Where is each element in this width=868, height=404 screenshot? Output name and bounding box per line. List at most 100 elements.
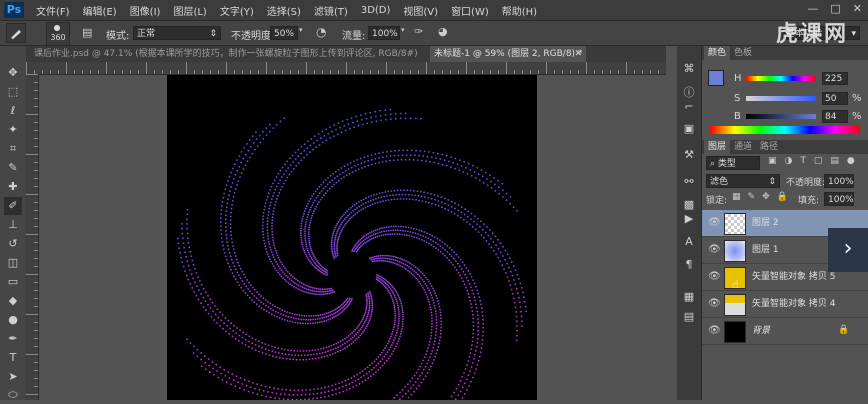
- shape-tool-icon[interactable]: ⬭: [4, 386, 22, 404]
- lasso-tool-icon[interactable]: ℓ: [4, 102, 22, 120]
- opacity-dropdown-icon[interactable]: ▾: [299, 26, 307, 40]
- menu-filter[interactable]: 滤镜(T): [314, 3, 348, 18]
- lock-position-icon[interactable]: ✥: [762, 192, 770, 202]
- tab-swatches[interactable]: 色板: [730, 46, 756, 60]
- brush-tool-preset[interactable]: [6, 23, 26, 43]
- flow-input[interactable]: 100%: [368, 26, 400, 40]
- tab-color[interactable]: 颜色: [704, 46, 731, 60]
- tab-homework-psd[interactable]: 课后作业.psd @ 47.1% (根据本课所学的技巧，制作一张螺旋粒子图形上传…: [30, 46, 428, 62]
- menu-image[interactable]: 图像(I): [130, 3, 161, 18]
- flow-dropdown-icon[interactable]: ▾: [401, 26, 409, 40]
- lock-pixels-icon[interactable]: ✎: [748, 192, 756, 202]
- color-ramp[interactable]: [710, 126, 860, 134]
- pressure-opacity-icon[interactable]: ◔: [316, 25, 332, 41]
- pen-tool-icon[interactable]: ✒: [4, 330, 22, 348]
- particle-dot: [388, 260, 391, 263]
- brightness-slider[interactable]: [746, 114, 816, 119]
- eyedropper-icon[interactable]: ✎: [4, 159, 22, 177]
- menu-window[interactable]: 窗口(W): [451, 3, 489, 18]
- hue-value[interactable]: 225: [822, 72, 848, 85]
- brush-panel-icon[interactable]: ▤: [82, 26, 96, 40]
- swatches-icon[interactable]: ▤: [680, 308, 698, 326]
- layer-row-smart-object-copy-4[interactable]: 👁 矢量智能对象 拷贝 4: [702, 291, 868, 318]
- brush-presets-icon[interactable]: ⌐: [680, 98, 698, 116]
- clone-source-icon[interactable]: ⚒: [680, 146, 698, 164]
- clone-stamp-icon[interactable]: ⊥: [4, 216, 22, 234]
- mode-select[interactable]: 正常 ⇕: [133, 26, 221, 40]
- layer-kind-filter[interactable]: ⌕ 类型: [706, 156, 760, 170]
- fill-input[interactable]: 100%: [824, 192, 854, 206]
- healing-brush-icon[interactable]: ✚: [4, 178, 22, 196]
- tab-paths[interactable]: 路径: [756, 140, 782, 154]
- adjustment-filter-icon[interactable]: ◑: [785, 156, 793, 170]
- menu-view[interactable]: 视图(V): [403, 3, 438, 18]
- blur-tool-icon[interactable]: ◆: [4, 292, 22, 310]
- particle-dot: [328, 290, 331, 292]
- minimize-button[interactable]: —: [807, 2, 818, 15]
- menu-help[interactable]: 帮助(H): [502, 3, 537, 18]
- brush-tool-icon[interactable]: ✐: [4, 197, 22, 215]
- character-icon[interactable]: ¶: [680, 256, 698, 274]
- actions-icon[interactable]: ▶: [680, 210, 698, 228]
- shape-filter-icon[interactable]: ▢: [814, 156, 823, 170]
- eye-icon[interactable]: 👁: [708, 325, 721, 337]
- type-filter-icon[interactable]: T: [800, 156, 806, 170]
- tab-untitled-1[interactable]: 未标题-1 @ 59% (图层 2, RGB/8) * ✕: [430, 46, 586, 62]
- opacity-input[interactable]: 50%: [270, 26, 298, 40]
- menu-3d[interactable]: 3D(D): [361, 5, 391, 16]
- airbrush-icon[interactable]: ✑: [414, 25, 430, 41]
- brush-size-picker[interactable]: 360: [46, 22, 70, 46]
- pressure-size-icon[interactable]: ◕: [438, 25, 454, 41]
- eraser-tool-icon[interactable]: ◫: [4, 254, 22, 272]
- particle-dot: [287, 315, 290, 318]
- close-button[interactable]: ✕: [853, 2, 862, 15]
- brush-settings-icon[interactable]: ▣: [680, 120, 698, 138]
- blend-mode-select[interactable]: 滤色 ⇕: [706, 174, 780, 188]
- document-canvas[interactable]: [167, 75, 537, 400]
- dodge-tool-icon[interactable]: ●: [4, 311, 22, 329]
- brightness-value[interactable]: 84: [822, 110, 848, 123]
- menu-edit[interactable]: 编辑(E): [83, 3, 117, 18]
- particle-dot: [243, 389, 246, 391]
- move-tool-icon[interactable]: ✥: [4, 64, 22, 82]
- saturation-value[interactable]: 50: [822, 92, 848, 105]
- hue-slider[interactable]: [746, 76, 816, 81]
- smart-object-filter-icon[interactable]: ▤: [830, 156, 839, 170]
- layer-opacity-input[interactable]: 100%: [824, 174, 854, 188]
- paragraph-icon[interactable]: A: [680, 233, 698, 251]
- eye-icon[interactable]: 👁: [708, 298, 721, 310]
- brightness-unit: %: [852, 111, 862, 122]
- type-tool-icon[interactable]: T: [4, 349, 22, 367]
- maximize-button[interactable]: □: [830, 2, 840, 15]
- tab-layers[interactable]: 图层: [704, 140, 731, 154]
- particle-dot: [285, 280, 288, 283]
- crop-tool-icon[interactable]: ⌗: [4, 140, 22, 158]
- layer-row-background[interactable]: 👁 背景 🔒: [702, 318, 868, 345]
- saturation-slider[interactable]: [746, 96, 816, 101]
- menu-type[interactable]: 文字(Y): [220, 3, 254, 18]
- marquee-tool-icon[interactable]: ⬚: [4, 83, 22, 101]
- lock-all-icon[interactable]: 🔒: [777, 192, 788, 202]
- eye-icon[interactable]: 👁: [708, 244, 721, 256]
- adjustments-icon[interactable]: ⚯: [680, 173, 698, 191]
- particle-dot: [432, 299, 434, 302]
- history-brush-icon[interactable]: ↺: [4, 235, 22, 253]
- eye-icon[interactable]: 👁: [708, 271, 721, 283]
- close-icon[interactable]: ✕: [574, 46, 582, 62]
- next-arrow-button[interactable]: ›: [828, 228, 868, 272]
- particle-dot: [377, 255, 380, 257]
- menu-file[interactable]: 文件(F): [36, 3, 70, 18]
- history-icon[interactable]: ⌘: [680, 60, 698, 78]
- menu-layer[interactable]: 图层(L): [173, 3, 206, 18]
- path-selection-icon[interactable]: ➤: [4, 368, 22, 386]
- lock-transparent-icon[interactable]: ▦: [732, 192, 741, 202]
- filter-toggle-icon[interactable]: ●: [847, 156, 855, 170]
- pixel-filter-icon[interactable]: ▣: [768, 156, 777, 170]
- eye-icon[interactable]: 👁: [708, 217, 721, 229]
- menu-select[interactable]: 选择(S): [267, 3, 301, 18]
- particle-dot: [429, 291, 432, 294]
- navigator-icon[interactable]: ▦: [680, 288, 698, 306]
- magic-wand-icon[interactable]: ✦: [4, 121, 22, 139]
- tab-channels[interactable]: 通道: [730, 140, 756, 154]
- gradient-tool-icon[interactable]: ▭: [4, 273, 22, 291]
